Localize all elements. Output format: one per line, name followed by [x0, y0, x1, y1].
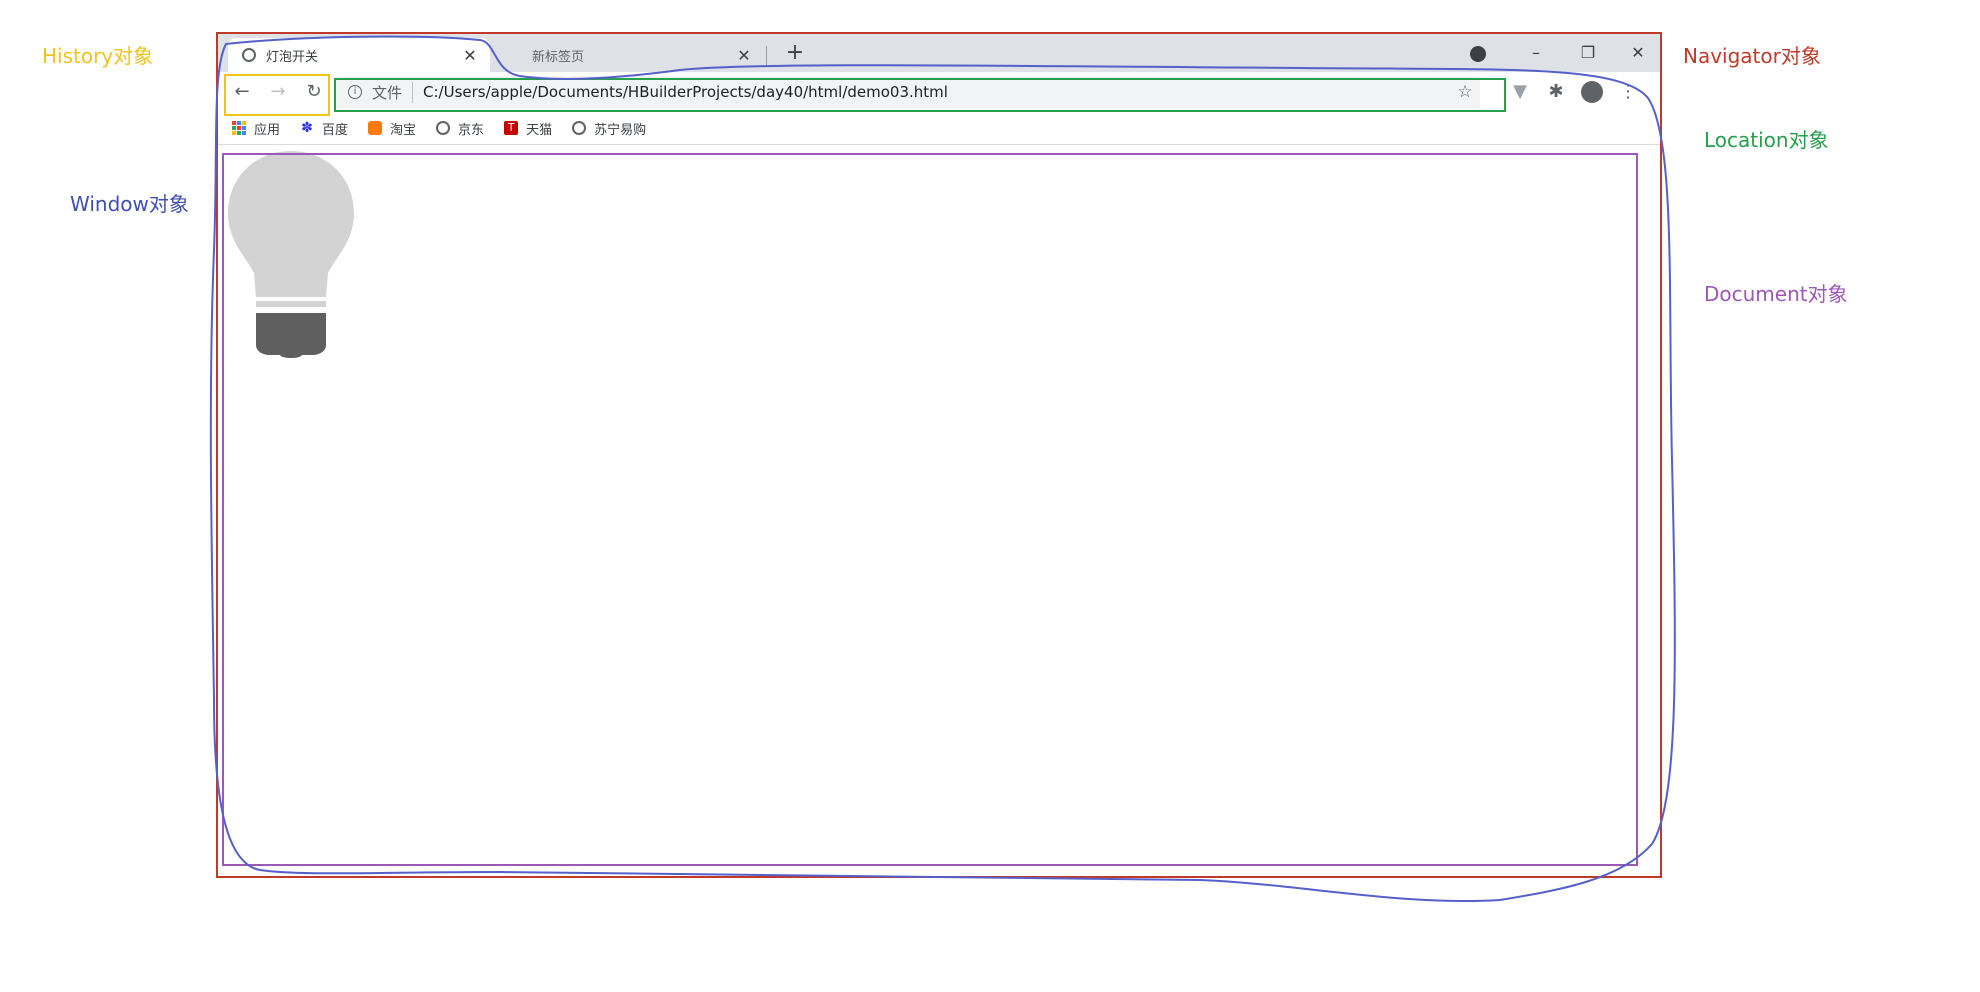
- document-annotation-label: Document对象: [1704, 282, 1848, 306]
- history-frame: [224, 74, 330, 116]
- navigator-annotation-label: Navigator对象: [1683, 44, 1821, 68]
- location-annotation-label: Location对象: [1704, 128, 1829, 152]
- document-frame: [222, 153, 1638, 866]
- window-annotation-label: Window对象: [70, 192, 189, 216]
- history-annotation-label: History对象: [42, 44, 154, 68]
- location-frame: [334, 78, 1506, 112]
